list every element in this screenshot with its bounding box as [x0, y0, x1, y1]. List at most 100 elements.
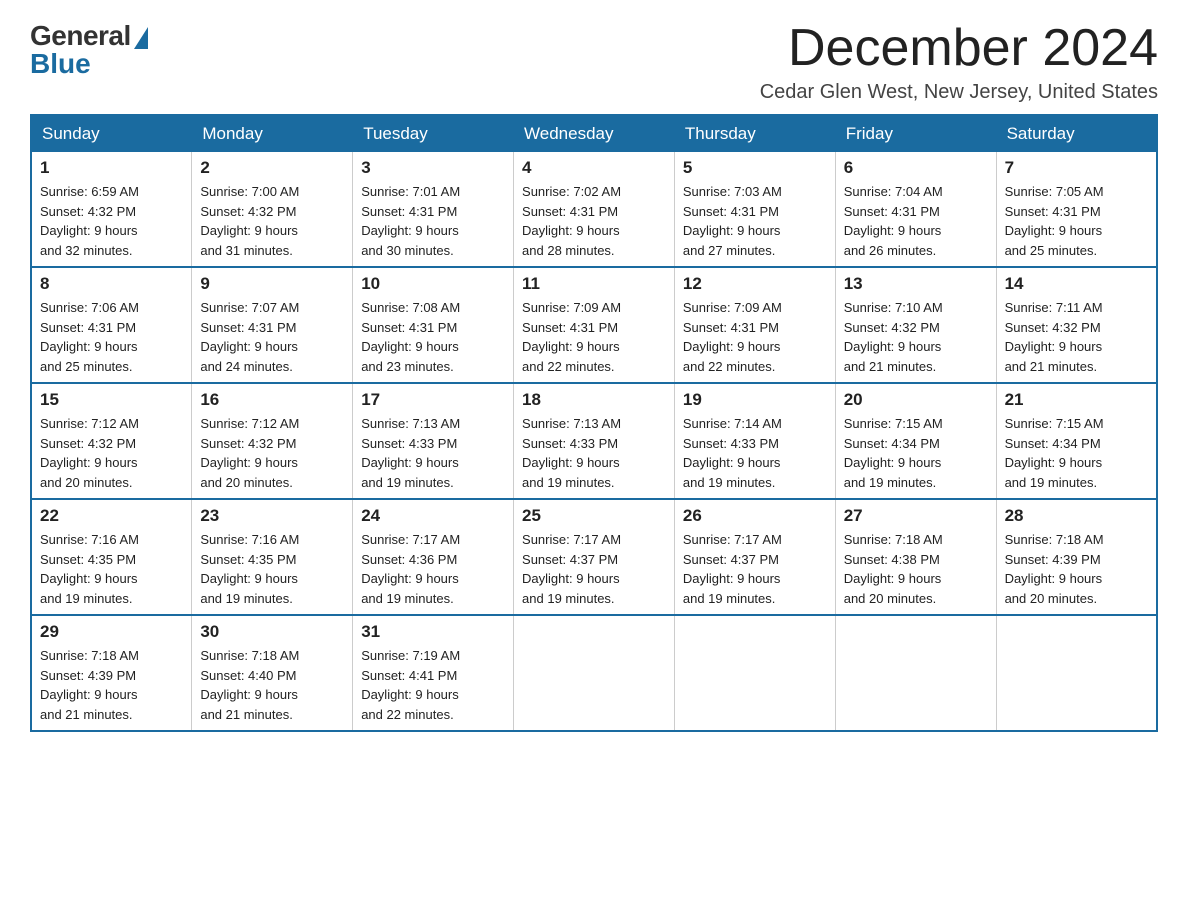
day-info: Sunrise: 7:03 AMSunset: 4:31 PMDaylight:… [683, 182, 827, 260]
calendar-cell: 30 Sunrise: 7:18 AMSunset: 4:40 PMDaylig… [192, 615, 353, 731]
day-info: Sunrise: 7:08 AMSunset: 4:31 PMDaylight:… [361, 298, 505, 376]
calendar-cell: 16 Sunrise: 7:12 AMSunset: 4:32 PMDaylig… [192, 383, 353, 499]
location-text: Cedar Glen West, New Jersey, United Stat… [760, 81, 1158, 104]
day-info: Sunrise: 7:19 AMSunset: 4:41 PMDaylight:… [361, 646, 505, 724]
calendar-cell: 21 Sunrise: 7:15 AMSunset: 4:34 PMDaylig… [996, 383, 1157, 499]
day-info: Sunrise: 7:00 AMSunset: 4:32 PMDaylight:… [200, 182, 344, 260]
day-number: 29 [40, 622, 183, 642]
calendar-cell: 27 Sunrise: 7:18 AMSunset: 4:38 PMDaylig… [835, 499, 996, 615]
day-number: 10 [361, 274, 505, 294]
day-number: 26 [683, 506, 827, 526]
day-number: 28 [1005, 506, 1148, 526]
calendar-cell: 8 Sunrise: 7:06 AMSunset: 4:31 PMDayligh… [31, 267, 192, 383]
calendar-cell: 20 Sunrise: 7:15 AMSunset: 4:34 PMDaylig… [835, 383, 996, 499]
calendar-cell: 13 Sunrise: 7:10 AMSunset: 4:32 PMDaylig… [835, 267, 996, 383]
calendar-week-row: 22 Sunrise: 7:16 AMSunset: 4:35 PMDaylig… [31, 499, 1157, 615]
calendar-cell: 11 Sunrise: 7:09 AMSunset: 4:31 PMDaylig… [514, 267, 675, 383]
calendar-cell: 22 Sunrise: 7:16 AMSunset: 4:35 PMDaylig… [31, 499, 192, 615]
day-number: 18 [522, 390, 666, 410]
calendar-cell: 4 Sunrise: 7:02 AMSunset: 4:31 PMDayligh… [514, 152, 675, 267]
day-info: Sunrise: 7:15 AMSunset: 4:34 PMDaylight:… [1005, 414, 1148, 492]
calendar-cell: 5 Sunrise: 7:03 AMSunset: 4:31 PMDayligh… [674, 152, 835, 267]
day-number: 16 [200, 390, 344, 410]
day-info: Sunrise: 7:13 AMSunset: 4:33 PMDaylight:… [522, 414, 666, 492]
calendar-cell: 26 Sunrise: 7:17 AMSunset: 4:37 PMDaylig… [674, 499, 835, 615]
calendar-cell: 18 Sunrise: 7:13 AMSunset: 4:33 PMDaylig… [514, 383, 675, 499]
calendar-body: 1 Sunrise: 6:59 AMSunset: 4:32 PMDayligh… [31, 152, 1157, 731]
calendar-day-header: Saturday [996, 115, 1157, 152]
day-number: 30 [200, 622, 344, 642]
calendar-cell [835, 615, 996, 731]
calendar-cell: 25 Sunrise: 7:17 AMSunset: 4:37 PMDaylig… [514, 499, 675, 615]
day-info: Sunrise: 7:18 AMSunset: 4:39 PMDaylight:… [1005, 530, 1148, 608]
day-number: 20 [844, 390, 988, 410]
calendar-cell: 10 Sunrise: 7:08 AMSunset: 4:31 PMDaylig… [353, 267, 514, 383]
day-info: Sunrise: 7:06 AMSunset: 4:31 PMDaylight:… [40, 298, 183, 376]
calendar-week-row: 1 Sunrise: 6:59 AMSunset: 4:32 PMDayligh… [31, 152, 1157, 267]
day-info: Sunrise: 7:09 AMSunset: 4:31 PMDaylight:… [683, 298, 827, 376]
day-info: Sunrise: 7:04 AMSunset: 4:31 PMDaylight:… [844, 182, 988, 260]
calendar-cell [514, 615, 675, 731]
day-number: 27 [844, 506, 988, 526]
day-info: Sunrise: 7:17 AMSunset: 4:37 PMDaylight:… [522, 530, 666, 608]
day-info: Sunrise: 7:07 AMSunset: 4:31 PMDaylight:… [200, 298, 344, 376]
calendar-cell: 17 Sunrise: 7:13 AMSunset: 4:33 PMDaylig… [353, 383, 514, 499]
calendar-week-row: 8 Sunrise: 7:06 AMSunset: 4:31 PMDayligh… [31, 267, 1157, 383]
day-number: 19 [683, 390, 827, 410]
calendar-cell: 29 Sunrise: 7:18 AMSunset: 4:39 PMDaylig… [31, 615, 192, 731]
calendar-cell: 7 Sunrise: 7:05 AMSunset: 4:31 PMDayligh… [996, 152, 1157, 267]
page-header: General Blue December 2024 Cedar Glen We… [30, 20, 1158, 104]
day-number: 14 [1005, 274, 1148, 294]
logo-blue-text: Blue [30, 48, 91, 80]
day-info: Sunrise: 7:12 AMSunset: 4:32 PMDaylight:… [200, 414, 344, 492]
day-number: 25 [522, 506, 666, 526]
day-number: 1 [40, 158, 183, 178]
day-number: 17 [361, 390, 505, 410]
day-info: Sunrise: 7:18 AMSunset: 4:38 PMDaylight:… [844, 530, 988, 608]
day-info: Sunrise: 6:59 AMSunset: 4:32 PMDaylight:… [40, 182, 183, 260]
day-number: 5 [683, 158, 827, 178]
month-title: December 2024 [760, 20, 1158, 77]
day-number: 15 [40, 390, 183, 410]
day-info: Sunrise: 7:17 AMSunset: 4:37 PMDaylight:… [683, 530, 827, 608]
day-number: 9 [200, 274, 344, 294]
calendar-week-row: 29 Sunrise: 7:18 AMSunset: 4:39 PMDaylig… [31, 615, 1157, 731]
day-number: 6 [844, 158, 988, 178]
calendar-cell: 9 Sunrise: 7:07 AMSunset: 4:31 PMDayligh… [192, 267, 353, 383]
calendar-cell: 12 Sunrise: 7:09 AMSunset: 4:31 PMDaylig… [674, 267, 835, 383]
calendar-cell: 2 Sunrise: 7:00 AMSunset: 4:32 PMDayligh… [192, 152, 353, 267]
title-section: December 2024 Cedar Glen West, New Jerse… [760, 20, 1158, 104]
logo: General Blue [30, 20, 148, 80]
calendar-table: SundayMondayTuesdayWednesdayThursdayFrid… [30, 114, 1158, 732]
day-info: Sunrise: 7:16 AMSunset: 4:35 PMDaylight:… [200, 530, 344, 608]
calendar-cell: 3 Sunrise: 7:01 AMSunset: 4:31 PMDayligh… [353, 152, 514, 267]
day-info: Sunrise: 7:17 AMSunset: 4:36 PMDaylight:… [361, 530, 505, 608]
calendar-cell: 14 Sunrise: 7:11 AMSunset: 4:32 PMDaylig… [996, 267, 1157, 383]
calendar-cell [674, 615, 835, 731]
day-number: 2 [200, 158, 344, 178]
calendar-day-header: Wednesday [514, 115, 675, 152]
day-info: Sunrise: 7:11 AMSunset: 4:32 PMDaylight:… [1005, 298, 1148, 376]
calendar-cell: 1 Sunrise: 6:59 AMSunset: 4:32 PMDayligh… [31, 152, 192, 267]
day-info: Sunrise: 7:05 AMSunset: 4:31 PMDaylight:… [1005, 182, 1148, 260]
day-number: 12 [683, 274, 827, 294]
calendar-cell: 28 Sunrise: 7:18 AMSunset: 4:39 PMDaylig… [996, 499, 1157, 615]
day-info: Sunrise: 7:09 AMSunset: 4:31 PMDaylight:… [522, 298, 666, 376]
day-info: Sunrise: 7:18 AMSunset: 4:39 PMDaylight:… [40, 646, 183, 724]
day-number: 24 [361, 506, 505, 526]
calendar-week-row: 15 Sunrise: 7:12 AMSunset: 4:32 PMDaylig… [31, 383, 1157, 499]
day-number: 23 [200, 506, 344, 526]
calendar-cell: 19 Sunrise: 7:14 AMSunset: 4:33 PMDaylig… [674, 383, 835, 499]
day-number: 11 [522, 274, 666, 294]
day-number: 21 [1005, 390, 1148, 410]
day-number: 22 [40, 506, 183, 526]
day-number: 3 [361, 158, 505, 178]
calendar-cell: 15 Sunrise: 7:12 AMSunset: 4:32 PMDaylig… [31, 383, 192, 499]
calendar-cell: 6 Sunrise: 7:04 AMSunset: 4:31 PMDayligh… [835, 152, 996, 267]
day-info: Sunrise: 7:15 AMSunset: 4:34 PMDaylight:… [844, 414, 988, 492]
calendar-cell: 23 Sunrise: 7:16 AMSunset: 4:35 PMDaylig… [192, 499, 353, 615]
calendar-header: SundayMondayTuesdayWednesdayThursdayFrid… [31, 115, 1157, 152]
day-info: Sunrise: 7:16 AMSunset: 4:35 PMDaylight:… [40, 530, 183, 608]
calendar-day-header: Monday [192, 115, 353, 152]
day-info: Sunrise: 7:02 AMSunset: 4:31 PMDaylight:… [522, 182, 666, 260]
